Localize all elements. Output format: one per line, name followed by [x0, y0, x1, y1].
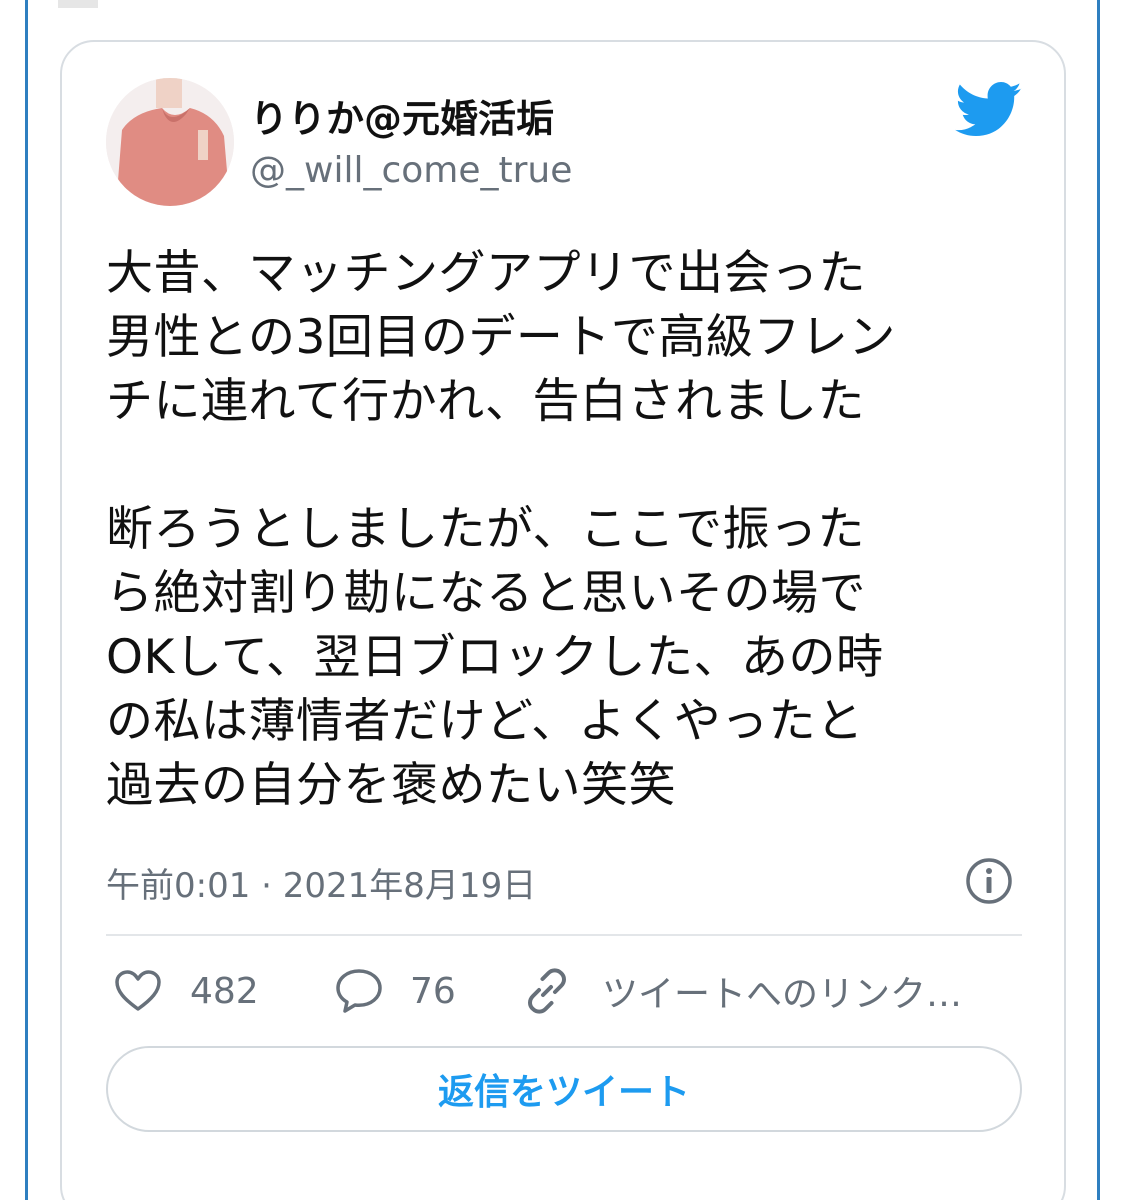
reply-count: 76 — [410, 970, 456, 1012]
copy-link-button[interactable]: ツイートへのリンク… — [522, 966, 962, 1016]
divider — [106, 934, 1022, 936]
twitter-bird-icon[interactable] — [955, 82, 1023, 138]
avatar[interactable] — [106, 78, 234, 206]
user-handle[interactable]: @_will_come_true — [250, 150, 572, 191]
info-icon[interactable] — [964, 856, 1014, 906]
top-edge-tab — [58, 0, 98, 8]
link-label: ツイートへのリンク… — [602, 974, 963, 1015]
reply-tweet-button[interactable]: 返信をツイート — [106, 1046, 1022, 1132]
reply-count-button[interactable]: 76 — [334, 966, 456, 1016]
right-edge-line — [1097, 0, 1100, 1200]
link-icon — [522, 966, 572, 1016]
timestamp[interactable]: 午前0:01 · 2021年8月19日 — [106, 858, 536, 907]
heart-icon — [114, 969, 162, 1013]
speech-bubble-icon — [334, 967, 384, 1015]
reply-button-label: 返信をツイート — [437, 1072, 690, 1113]
like-count: 482 — [190, 970, 259, 1012]
like-button[interactable]: 482 — [114, 966, 259, 1016]
page: りりか@元婚活垢 @_will_come_true 大昔、マッチングアプリで出会… — [0, 0, 1124, 1200]
left-edge-line — [25, 0, 28, 1200]
tweet-text: 大昔、マッチングアプリで出会った 男性との3回目のデートで高級フレン チに連れて… — [106, 246, 896, 813]
display-name[interactable]: りりか@元婚活垢 — [250, 88, 554, 143]
